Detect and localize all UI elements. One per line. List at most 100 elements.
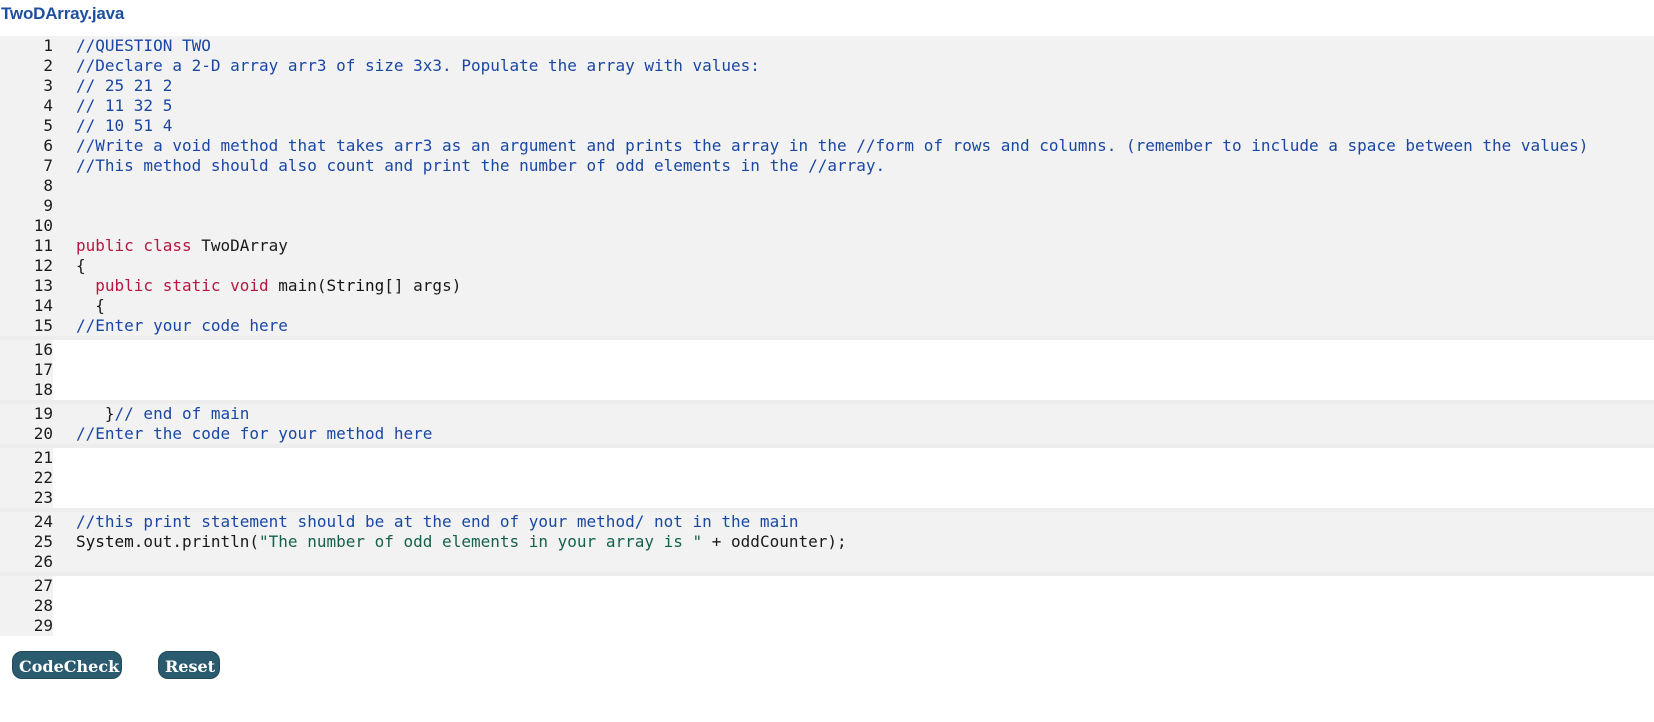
code-token: "The number of odd elements in your arra… — [259, 532, 703, 551]
line-number: 3 — [43, 76, 53, 95]
line-number: 26 — [33, 552, 53, 571]
line-number: 24 — [33, 512, 53, 531]
code-line: 11 public class TwoDArray — [0, 236, 1654, 256]
code-line: 12 { — [0, 256, 1654, 276]
editable-code-line[interactable]: 17 — [0, 360, 1654, 380]
code-token: System — [76, 532, 134, 551]
line-code: }// end of main — [53, 404, 1654, 424]
editable-code-line[interactable]: 21 — [0, 444, 1654, 468]
code-line: 25 System.out.println("The number of odd … — [0, 532, 1654, 552]
code-token: // 11 32 5 — [76, 96, 173, 115]
line-code: public class TwoDArray — [53, 236, 1654, 256]
line-number: 10 — [33, 216, 53, 235]
code-token: //Write a void method that takes arr3 as… — [76, 136, 1589, 155]
line-code: { — [53, 256, 1654, 276]
code-token: // end of main — [114, 404, 250, 423]
codecheck-button[interactable]: CodeCheck — [12, 651, 122, 679]
editable-code-line[interactable]: 16 — [0, 336, 1654, 360]
code-token: [] args) — [384, 276, 462, 295]
code-line: 8 — [0, 176, 1654, 196]
line-number: 4 — [43, 96, 53, 115]
line-number: 25 — [33, 532, 53, 551]
code-token: { — [76, 256, 86, 275]
line-number: 9 — [43, 196, 53, 215]
line-number: 5 — [43, 116, 53, 135]
code-token: .out.println( — [133, 532, 260, 551]
code-token: //This method should also count and prin… — [76, 156, 886, 175]
code-token: main( — [278, 276, 327, 295]
line-code[interactable] — [53, 468, 1654, 488]
code-token: public class — [76, 236, 202, 255]
line-code: // 25 21 2 — [53, 76, 1654, 96]
code-token: //Enter your code here — [76, 316, 288, 335]
editable-code-line[interactable]: 28 — [0, 596, 1654, 616]
editable-code-line[interactable]: 22 — [0, 468, 1654, 488]
editable-code-line[interactable]: 27 — [0, 572, 1654, 596]
line-number: 17 — [0, 360, 53, 380]
line-number: 21 — [0, 448, 53, 468]
line-code[interactable] — [53, 448, 1654, 468]
reset-button[interactable]: Reset — [158, 651, 220, 679]
editable-code-line[interactable]: 18 — [0, 380, 1654, 404]
line-number: 18 — [0, 380, 53, 400]
line-code[interactable] — [53, 616, 1654, 636]
line-number: 23 — [0, 488, 53, 508]
code-line: 1 //QUESTION TWO — [0, 36, 1654, 56]
line-code: //Enter the code for your method here — [53, 424, 1654, 444]
line-code[interactable] — [53, 360, 1654, 380]
line-number: 1 — [43, 36, 53, 55]
code-line: 2 //Declare a 2-D array arr3 of size 3x3.… — [0, 56, 1654, 76]
code-token: TwoDArray — [201, 236, 288, 255]
code-line: 26 — [0, 552, 1654, 572]
code-line: 7 //This method should also count and pri… — [0, 156, 1654, 176]
line-number: 13 — [33, 276, 53, 295]
code-token: { — [76, 296, 105, 315]
code-token: public static void — [95, 276, 279, 295]
line-number: 22 — [0, 468, 53, 488]
line-code: System.out.println("The number of odd el… — [53, 532, 1654, 552]
code-line: 3 // 25 21 2 — [0, 76, 1654, 96]
code-editor[interactable]: 1 //QUESTION TWO 2 //Declare a 2-D array ar… — [0, 36, 1654, 636]
line-number: 29 — [0, 616, 53, 636]
code-token: //this print statement should be at the … — [76, 512, 799, 531]
code-line: 15 //Enter your code here — [0, 316, 1654, 336]
line-number: 2 — [43, 56, 53, 75]
code-line: 6 //Write a void method that takes arr3 a… — [0, 136, 1654, 156]
line-code[interactable] — [53, 596, 1654, 616]
line-code[interactable] — [53, 576, 1654, 596]
line-code[interactable] — [53, 488, 1654, 508]
line-number: 15 — [33, 316, 53, 335]
line-code: //QUESTION TWO — [53, 36, 1654, 56]
line-number: 7 — [43, 156, 53, 175]
code-token: + oddCounter); — [702, 532, 847, 551]
code-token: // 25 21 2 — [76, 76, 173, 95]
line-code: //this print statement should be at the … — [53, 512, 1654, 532]
code-line: 14 { — [0, 296, 1654, 316]
line-code: //Enter your code here — [53, 316, 1654, 336]
line-code: //Write a void method that takes arr3 as… — [53, 136, 1654, 156]
line-number: 11 — [33, 236, 53, 255]
editable-code-line[interactable]: 29 — [0, 616, 1654, 636]
code-line: 24 //this print statement should be at th… — [0, 512, 1654, 532]
code-line: 20 //Enter the code for your method here — [0, 424, 1654, 444]
code-line: 4 // 11 32 5 — [0, 96, 1654, 116]
code-line: 10 — [0, 216, 1654, 236]
file-title: TwoDArray.java — [1, 4, 125, 23]
code-line: 5 // 10 51 4 — [0, 116, 1654, 136]
line-number: 6 — [43, 136, 53, 155]
line-number: 8 — [43, 176, 53, 195]
line-number: 28 — [0, 596, 53, 616]
line-code[interactable] — [53, 340, 1654, 360]
line-code: { — [53, 296, 1654, 316]
line-code[interactable] — [53, 380, 1654, 400]
code-line: 13 public static void main(String[] args… — [0, 276, 1654, 296]
editable-code-line[interactable]: 23 — [0, 488, 1654, 512]
line-number: 27 — [0, 576, 53, 596]
code-token: } — [76, 404, 115, 423]
line-number: 12 — [33, 256, 53, 275]
line-code: public static void main(String[] args) — [53, 276, 1654, 296]
line-code: //Declare a 2-D array arr3 of size 3x3. … — [53, 56, 1654, 76]
